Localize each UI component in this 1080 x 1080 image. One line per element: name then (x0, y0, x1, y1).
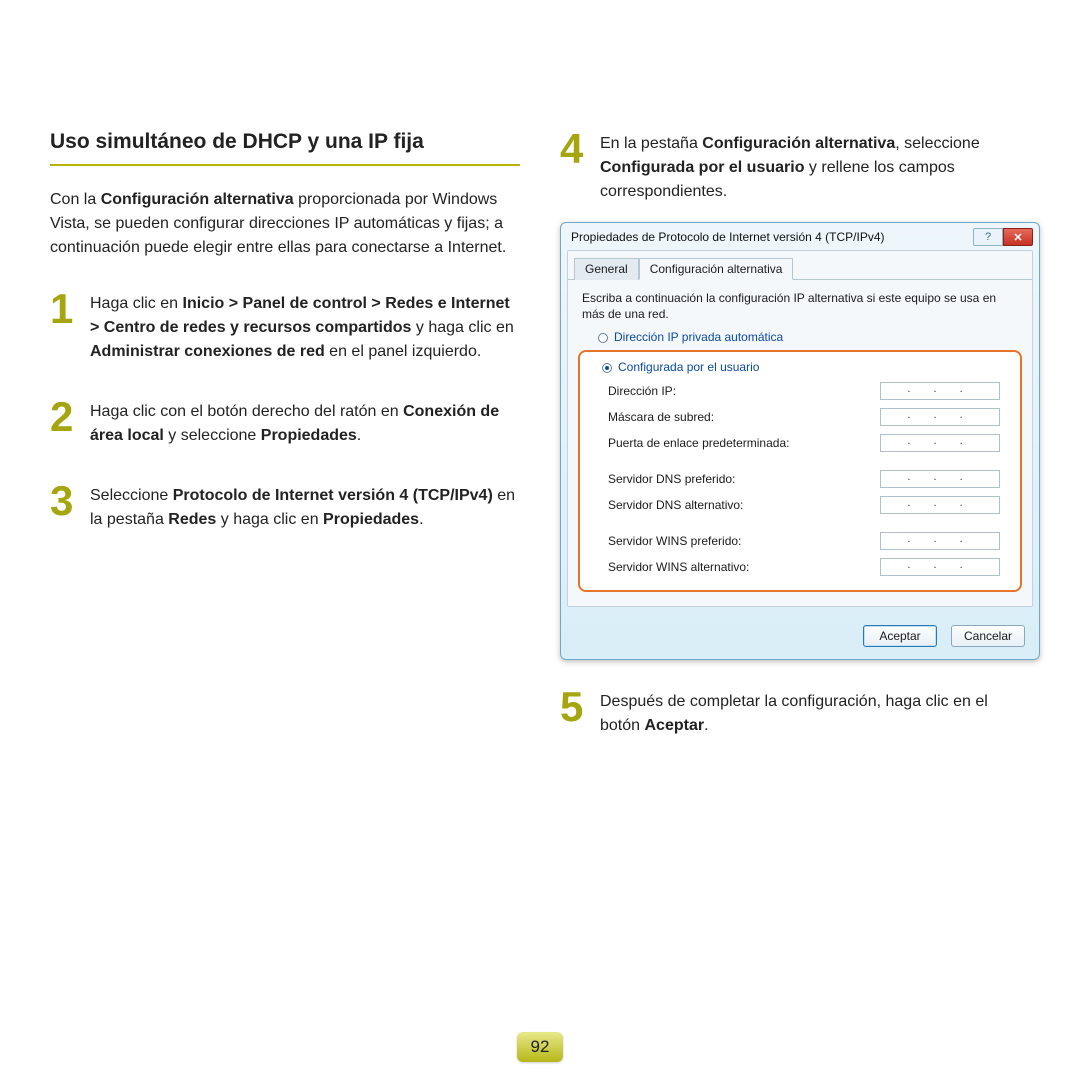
text-bold: Administrar conexiones de red (90, 343, 325, 360)
text-bold: Propiedades (323, 511, 419, 528)
mask-input[interactable]: . . . (880, 408, 1000, 426)
field-label: Servidor DNS preferido: (608, 472, 735, 486)
step-4: 4 En la pestaña Configuración alternativ… (560, 130, 1030, 204)
field-dns-alt: Servidor DNS alternativo: . . . (586, 492, 1014, 518)
text-bold: Configuración alternativa (101, 191, 294, 208)
text: Haga clic en (90, 295, 183, 312)
radio-label: Dirección IP privada automática (614, 330, 783, 344)
radio-icon (598, 333, 608, 343)
text-bold: Aceptar (644, 717, 704, 734)
tab-alternate-config[interactable]: Configuración alternativa (639, 258, 794, 280)
text: Con la (50, 191, 101, 208)
field-label: Servidor DNS alternativo: (608, 498, 743, 512)
text-bold: Propiedades (261, 427, 357, 444)
dialog-tabs: General Configuración alternativa (568, 251, 1032, 280)
radio-auto-ip[interactable]: Dirección IP privada automática (568, 326, 1032, 348)
step-1: 1 Haga clic en Inicio > Panel de control… (50, 290, 520, 364)
step-number: 5 (560, 688, 592, 738)
tab-description: Escriba a continuación la configuración … (568, 280, 1032, 326)
text: . (704, 717, 708, 734)
field-label: Servidor WINS preferido: (608, 534, 741, 548)
section-title: Uso simultáneo de DHCP y una IP fija (50, 130, 520, 166)
dialog-title: Propiedades de Protocolo de Internet ver… (571, 230, 885, 244)
field-ip: Dirección IP: . . . (586, 378, 1014, 404)
text: , seleccione (895, 135, 980, 152)
text: Seleccione (90, 487, 173, 504)
field-wins-alt: Servidor WINS alternativo: . . . (586, 554, 1014, 580)
text: y seleccione (164, 427, 261, 444)
dns-pref-input[interactable]: . . . (880, 470, 1000, 488)
step-number: 1 (50, 290, 82, 364)
help-button[interactable]: ? (973, 228, 1003, 246)
text: En la pestaña (600, 135, 702, 152)
step-3: 3 Seleccione Protocolo de Internet versi… (50, 482, 520, 532)
intro-paragraph: Con la Configuración alternativa proporc… (50, 188, 520, 260)
field-dns-pref: Servidor DNS preferido: . . . (586, 466, 1014, 492)
field-label: Dirección IP: (608, 384, 676, 398)
text-bold: Configuración alternativa (702, 135, 895, 152)
step-5: 5 Después de completar la configuración,… (560, 688, 1030, 738)
page-number: 92 (517, 1032, 563, 1062)
text-bold: Redes (168, 511, 216, 528)
tab-general[interactable]: General (574, 258, 639, 280)
wins-pref-input[interactable]: . . . (880, 532, 1000, 550)
wins-alt-input[interactable]: . . . (880, 558, 1000, 576)
text: Haga clic con el botón derecho del ratón… (90, 403, 403, 420)
text-bold: Configurada por el usuario (600, 159, 804, 176)
field-gateway: Puerta de enlace predeterminada: . . . (586, 430, 1014, 456)
gateway-input[interactable]: . . . (880, 434, 1000, 452)
step-number: 4 (560, 130, 592, 204)
text: y haga clic en (411, 319, 513, 336)
tcpip-properties-dialog: Propiedades de Protocolo de Internet ver… (560, 222, 1040, 660)
step-2: 2 Haga clic con el botón derecho del rat… (50, 398, 520, 448)
radio-icon (602, 363, 612, 373)
radio-label: Configurada por el usuario (618, 360, 759, 374)
text: . (419, 511, 423, 528)
step-number: 2 (50, 398, 82, 448)
text: . (357, 427, 361, 444)
field-label: Puerta de enlace predeterminada: (608, 436, 789, 450)
ip-input[interactable]: . . . (880, 382, 1000, 400)
field-mask: Máscara de subred: . . . (586, 404, 1014, 430)
radio-user-config[interactable]: Configurada por el usuario (586, 356, 1014, 378)
user-config-highlight: Configurada por el usuario Dirección IP:… (578, 350, 1022, 592)
close-button[interactable]: ✕ (1003, 228, 1033, 246)
field-label: Servidor WINS alternativo: (608, 560, 749, 574)
text: en el panel izquierdo. (325, 343, 482, 360)
text: y haga clic en (216, 511, 323, 528)
cancel-button[interactable]: Cancelar (951, 625, 1025, 647)
text-bold: Protocolo de Internet versión 4 (TCP/IPv… (173, 487, 493, 504)
ok-button[interactable]: Aceptar (863, 625, 937, 647)
field-label: Máscara de subred: (608, 410, 714, 424)
dns-alt-input[interactable]: . . . (880, 496, 1000, 514)
dialog-titlebar: Propiedades de Protocolo de Internet ver… (561, 223, 1039, 250)
field-wins-pref: Servidor WINS preferido: . . . (586, 528, 1014, 554)
step-number: 3 (50, 482, 82, 532)
